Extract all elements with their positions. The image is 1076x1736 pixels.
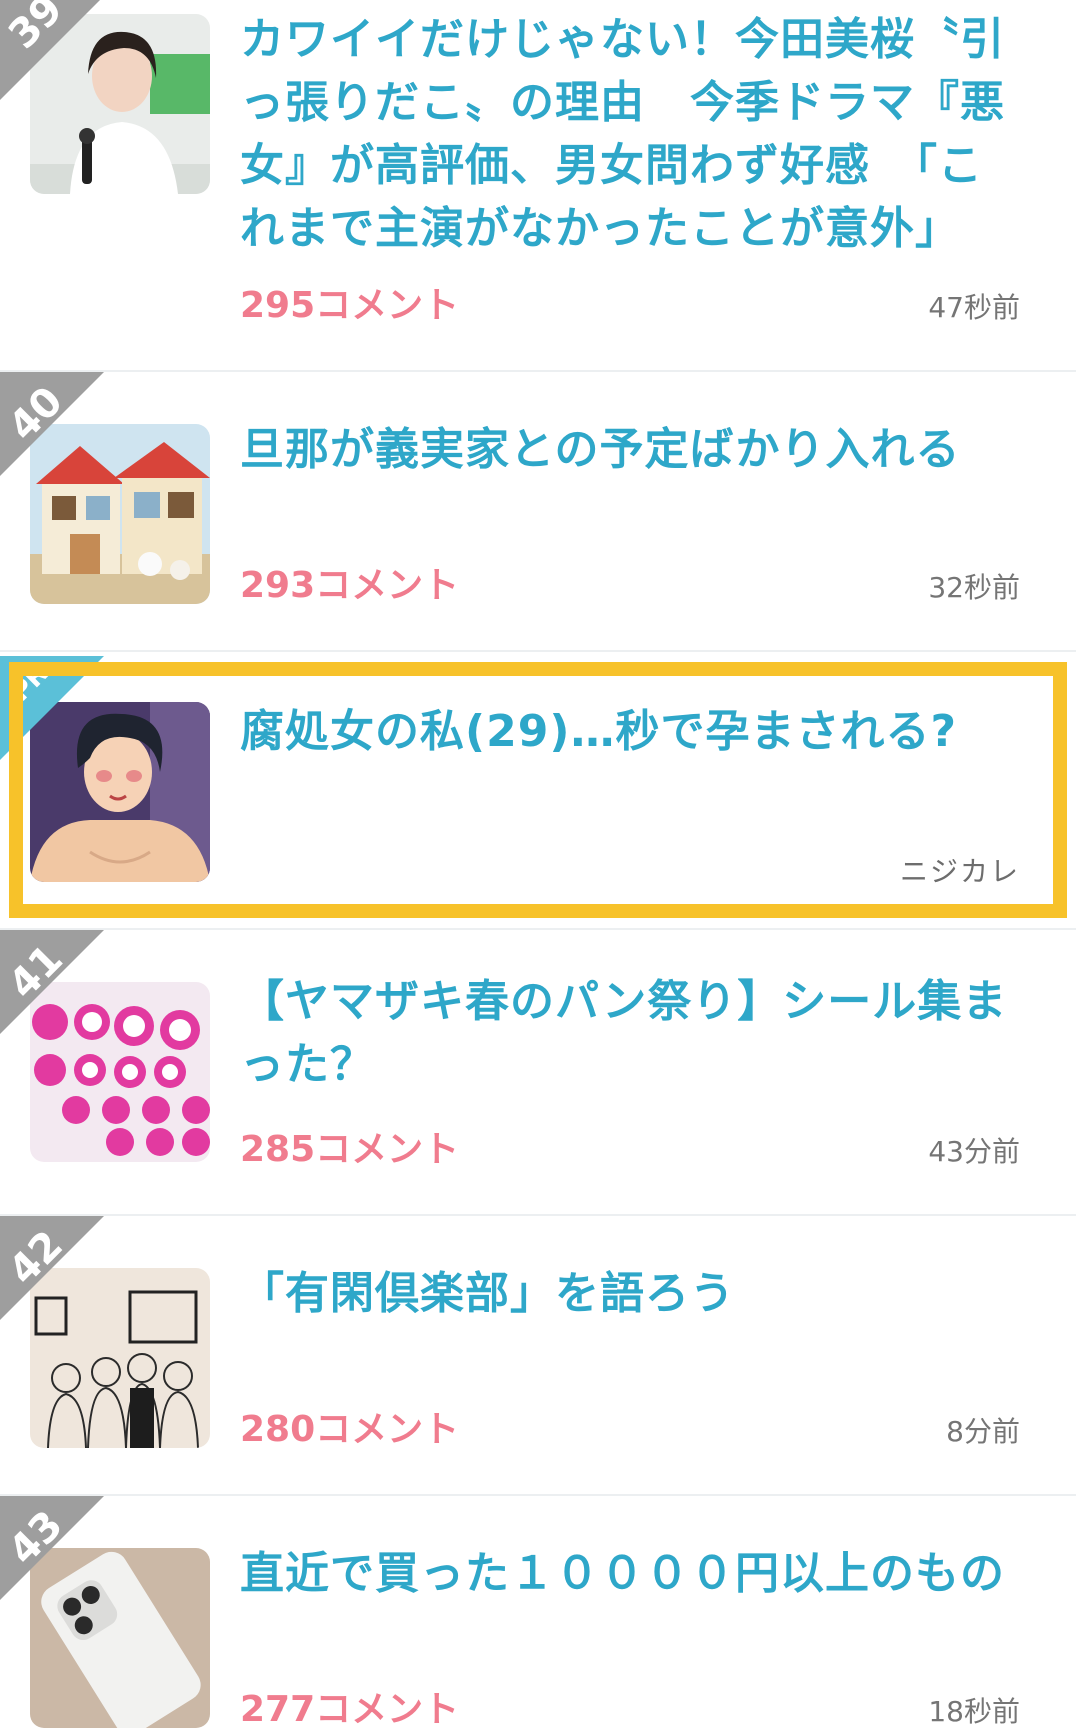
rank-badge: 41	[0, 930, 104, 1034]
timestamp: 47秒前	[928, 291, 1020, 324]
timestamp: 32秒前	[928, 571, 1020, 604]
list-item[interactable]: 41 【ヤマザキ春のパン祭り】シール集まった？ 285コメント 43分前	[0, 930, 1076, 1216]
comment-count: 277コメント	[240, 1689, 460, 1730]
rank-badge: 39	[0, 0, 104, 100]
comment-count: 293コメント	[240, 565, 460, 606]
sponsor-name: ニジカレ	[899, 855, 1020, 888]
list-item[interactable]: 39 カワイイだけじゃない！今田美桜〝引っ張りだこ〟の理由 今季ドラマ『悪女』が…	[0, 0, 1076, 372]
topic-title[interactable]: 【ヤマザキ春のパン祭り】シール集まった？	[240, 970, 1020, 1096]
topic-title[interactable]: 「有閑倶楽部」を語ろう	[240, 1262, 1020, 1325]
ad-title[interactable]: 腐処女の私(29)…秒で孕まされる?	[240, 700, 1020, 763]
timestamp: 18秒前	[928, 1695, 1020, 1728]
ad-list-item[interactable]: PR 腐処女の私(29)…秒で孕まされる? ニジカレ	[0, 652, 1076, 930]
rank-badge: 42	[0, 1216, 104, 1320]
comment-count: 280コメント	[240, 1409, 460, 1450]
rank-badge: 43	[0, 1496, 104, 1600]
list-item[interactable]: 43 直近で買った１００００円以上のもの 277コメント 18秒前	[0, 1496, 1076, 1736]
topic-title[interactable]: 旦那が義実家との予定ばかり入れる	[240, 418, 1020, 481]
comment-count: 285コメント	[240, 1129, 460, 1170]
list-item[interactable]: 40 旦那が義実家との予定ばかり入れる 293コメント 32秒前	[0, 372, 1076, 652]
rank-badge: 40	[0, 372, 104, 476]
pr-badge: PR	[0, 656, 104, 760]
topic-title[interactable]: カワイイだけじゃない！今田美桜〝引っ張りだこ〟の理由 今季ドラマ『悪女』が高評価…	[240, 8, 1020, 260]
comment-count: 295コメント	[240, 285, 460, 326]
topic-list: 39 カワイイだけじゃない！今田美桜〝引っ張りだこ〟の理由 今季ドラマ『悪女』が…	[0, 0, 1076, 1730]
timestamp: 8分前	[946, 1415, 1020, 1448]
topic-title[interactable]: 直近で買った１００００円以上のもの	[240, 1542, 1020, 1605]
list-item[interactable]: 42 「有閑倶楽部」を語ろう 280コメント 8分前	[0, 1216, 1076, 1496]
timestamp: 43分前	[928, 1135, 1020, 1168]
